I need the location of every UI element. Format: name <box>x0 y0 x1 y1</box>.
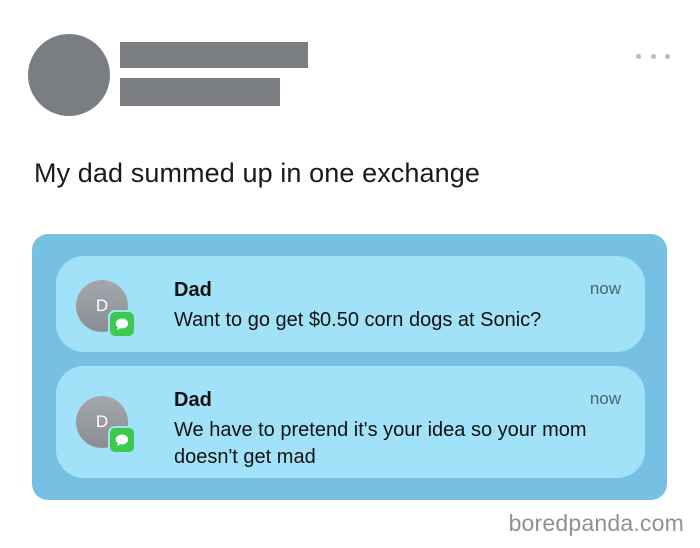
notification-sender: Dad <box>174 389 212 411</box>
avatar-initial: D <box>95 412 109 431</box>
more-dot <box>650 53 656 59</box>
more-options-icon[interactable] <box>636 48 670 64</box>
watermark: boredpanda.com <box>508 510 684 536</box>
more-dot <box>636 53 641 59</box>
avatar-initial: D <box>95 296 109 315</box>
notification-message: We have to pretend it's your idea so you… <box>174 419 587 468</box>
message-bubble-icon <box>108 426 136 454</box>
notification-time: now <box>589 279 621 298</box>
redacted-display-name[interactable] <box>120 42 308 68</box>
redacted-username[interactable] <box>120 78 280 106</box>
notification-time: now <box>589 389 621 408</box>
contact-avatar: D <box>76 396 136 454</box>
notification-sender: Dad <box>174 279 212 301</box>
more-dot <box>665 53 670 59</box>
notification-message: Want to go get $0.50 corn dogs at Sonic? <box>174 309 542 331</box>
post-header <box>0 0 700 120</box>
redacted-avatar[interactable] <box>28 34 110 116</box>
notification-screenshot: D Dad now Want to go get $0.50 corn dogs… <box>32 234 667 500</box>
post-text: My dad summed up in one exchange <box>34 158 480 188</box>
notification-card[interactable]: D Dad now We have to pretend it's your i… <box>56 366 645 478</box>
notification-card[interactable]: D Dad now Want to go get $0.50 corn dogs… <box>56 256 645 352</box>
contact-avatar: D <box>76 280 136 338</box>
message-bubble-icon <box>108 310 136 338</box>
